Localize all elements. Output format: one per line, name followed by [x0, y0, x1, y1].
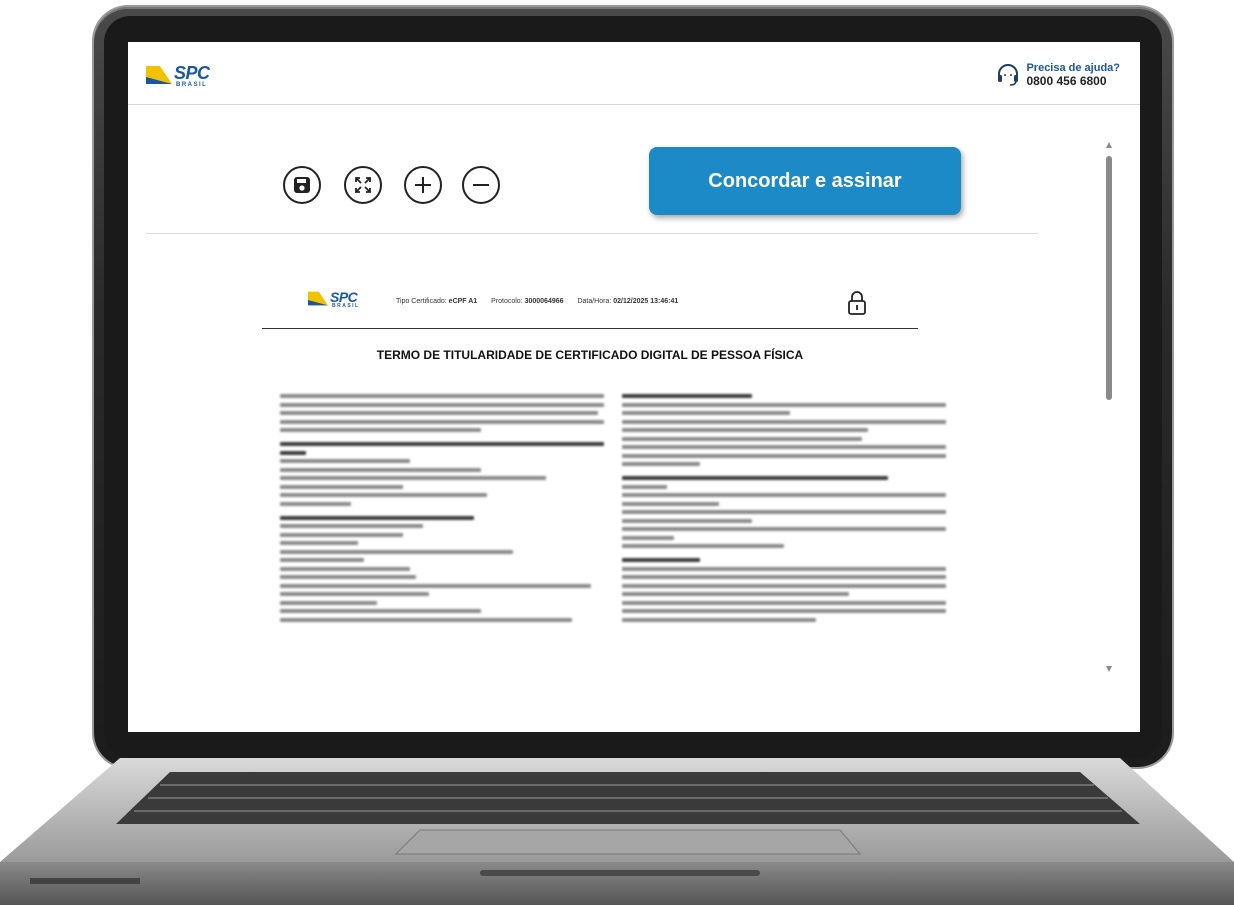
datetime-label: Data/Hora: [577, 298, 612, 305]
fullscreen-icon [355, 177, 371, 193]
app-header: SPC BRASIL Precisa de ajuda? 0800 456 68… [128, 42, 1140, 105]
document-scrollbar[interactable] [1106, 142, 1112, 672]
headset-icon [998, 64, 1019, 87]
zoom-out-button[interactable] [462, 166, 500, 204]
zoom-out-icon [473, 184, 489, 186]
lock-icon [848, 291, 866, 315]
document-body-right [622, 394, 946, 632]
document-preview: SPC BRASIL Tipo Certificado: eCPF A1 Pro… [262, 278, 946, 732]
document-header: SPC BRASIL Tipo Certificado: eCPF A1 Pro… [262, 278, 918, 329]
help-phone[interactable]: 0800 456 6800 [1026, 74, 1120, 89]
spc-logo[interactable]: SPC BRASIL [146, 64, 210, 88]
protocol-value: 3000064966 [524, 298, 564, 305]
datetime-value: 02/12/2025 13:46:41 [613, 298, 679, 305]
help-contact[interactable]: Precisa de ajuda? 0800 456 6800 [996, 62, 1120, 88]
document-body-left [280, 394, 604, 632]
document-logo-text: SPC [330, 289, 358, 305]
help-title: Precisa de ajuda? [1026, 62, 1120, 74]
zoom-in-icon [415, 177, 431, 193]
logo-subtext: BRASIL [176, 82, 208, 88]
scroll-up-arrow[interactable] [1106, 142, 1112, 148]
screen: SPC BRASIL Precisa de ajuda? 0800 456 68… [128, 42, 1140, 732]
agree-and-sign-button[interactable]: Concordar e assinar [649, 147, 961, 215]
laptop-keyboard-illustration [0, 758, 1234, 905]
zoom-in-button[interactable] [404, 166, 442, 204]
document-logo: SPC BRASIL [308, 290, 360, 309]
spc-logo-icon [146, 66, 172, 84]
scroll-down-arrow[interactable] [1106, 666, 1112, 672]
protocol-label: Protocolo: [491, 298, 523, 305]
scroll-thumb[interactable] [1106, 156, 1112, 400]
save-icon [294, 177, 310, 193]
cert-type-label: Tipo Certificado: [396, 298, 447, 305]
logo-text: SPC [174, 63, 210, 83]
document-title: TERMO DE TITULARIDADE DE CERTIFICADO DIG… [376, 348, 804, 362]
document-logo-subtext: BRASIL [332, 303, 360, 309]
cert-type-value: eCPF A1 [448, 298, 478, 305]
spc-logo-icon [308, 291, 328, 306]
save-button[interactable] [283, 166, 321, 204]
fullscreen-button[interactable] [344, 166, 382, 204]
toolbar-divider [146, 233, 1038, 234]
laptop-base [0, 758, 1234, 905]
document-meta: Tipo Certificado: eCPF A1 Protocolo: 300… [396, 298, 678, 305]
